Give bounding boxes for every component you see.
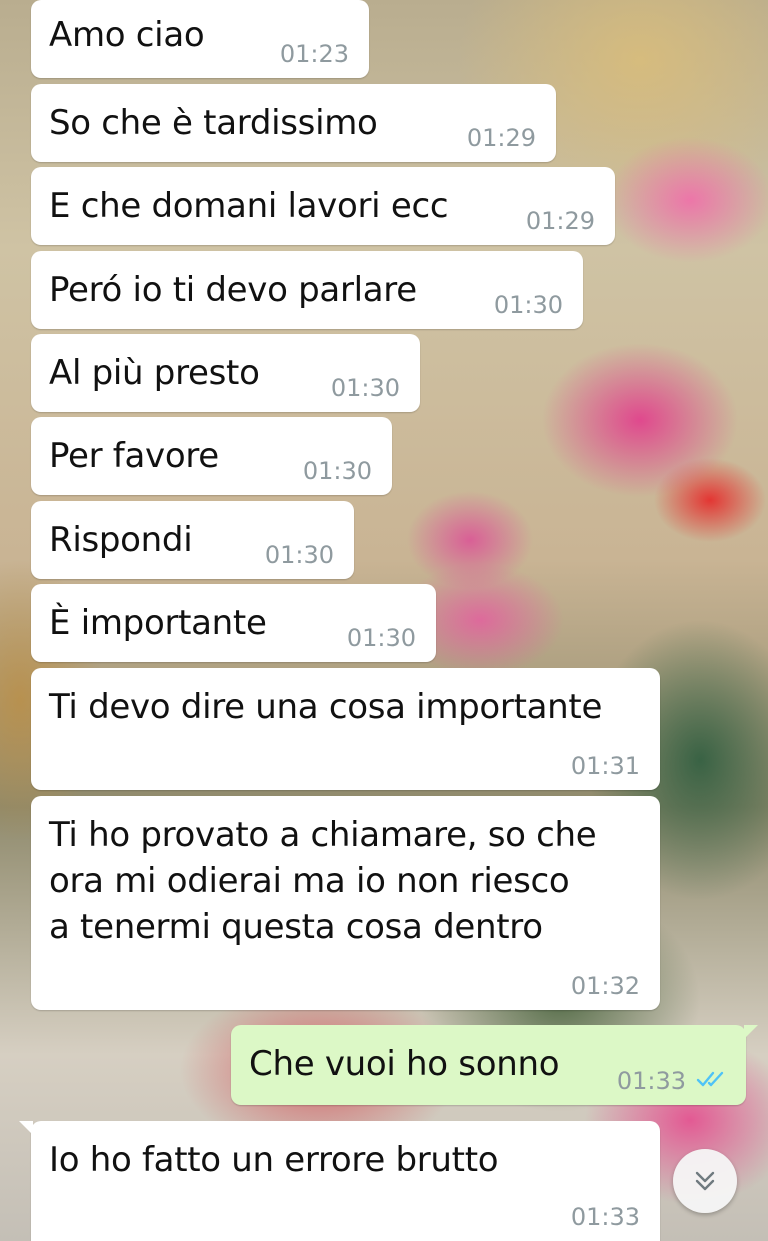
message-time: 01:33 bbox=[570, 1203, 640, 1231]
message-time: 01:30 bbox=[264, 541, 334, 569]
message-time: 01:30 bbox=[346, 624, 416, 652]
message-time: 01:32 bbox=[570, 972, 640, 1000]
message-bubble-outgoing[interactable]: Che vuoi ho sonno 01:33 bbox=[231, 1025, 758, 1105]
message-bubble-incoming[interactable]: Ti ho provato a chiamare, so che ora mi … bbox=[31, 796, 660, 1010]
double-check-icon bbox=[696, 1071, 724, 1087]
message-bubble-incoming[interactable]: Amo ciao 01:23 bbox=[31, 0, 369, 78]
message-bubble-incoming[interactable]: Io ho fatto un errore brutto 01:33 bbox=[19, 1121, 660, 1241]
message-text: Per favore bbox=[49, 436, 219, 476]
message-bubble-incoming[interactable]: Rispondi 01:30 bbox=[31, 501, 354, 579]
double-chevron-down-icon bbox=[695, 1171, 715, 1191]
message-text: So che è tardissimo bbox=[49, 103, 378, 143]
message-text: Peró io ti devo parlare bbox=[49, 270, 417, 310]
bubble-tail bbox=[19, 1121, 33, 1135]
message-text: Io ho fatto un errore brutto bbox=[49, 1140, 499, 1180]
message-text: Ti ho provato a chiamare, so che ora mi … bbox=[49, 815, 597, 947]
message-time: 01:23 bbox=[279, 40, 349, 68]
message-text: Al più presto bbox=[49, 353, 260, 393]
message-time: 01:30 bbox=[302, 457, 372, 485]
message-bubble-incoming[interactable]: Al più presto 01:30 bbox=[31, 334, 420, 412]
message-time: 01:29 bbox=[466, 124, 536, 152]
message-bubble-incoming[interactable]: So che è tardissimo 01:29 bbox=[31, 84, 556, 162]
message-time: 01:31 bbox=[570, 752, 640, 780]
message-text: Che vuoi ho sonno bbox=[249, 1044, 560, 1084]
message-time: 01:33 bbox=[616, 1067, 686, 1095]
message-bubble-incoming[interactable]: E che domani lavori ecc 01:29 bbox=[31, 167, 615, 245]
bubble-tail bbox=[744, 1025, 758, 1039]
message-text: Amo ciao bbox=[49, 15, 205, 55]
message-time: 01:30 bbox=[330, 374, 400, 402]
message-text: Ti devo dire una cosa importante bbox=[49, 687, 603, 727]
message-text: Rispondi bbox=[49, 520, 193, 560]
message-time: 01:30 bbox=[493, 291, 563, 319]
message-bubble-incoming[interactable]: Peró io ti devo parlare 01:30 bbox=[31, 251, 583, 329]
message-text: È importante bbox=[49, 603, 267, 643]
message-time: 01:29 bbox=[525, 207, 595, 235]
message-bubble-incoming[interactable]: Per favore 01:30 bbox=[31, 417, 392, 495]
message-bubble-incoming[interactable]: Ti devo dire una cosa importante 01:31 bbox=[31, 668, 660, 790]
message-bubble-incoming[interactable]: È importante 01:30 bbox=[31, 584, 436, 662]
message-text: E che domani lavori ecc bbox=[49, 186, 449, 226]
scroll-to-bottom-button[interactable] bbox=[673, 1149, 737, 1213]
